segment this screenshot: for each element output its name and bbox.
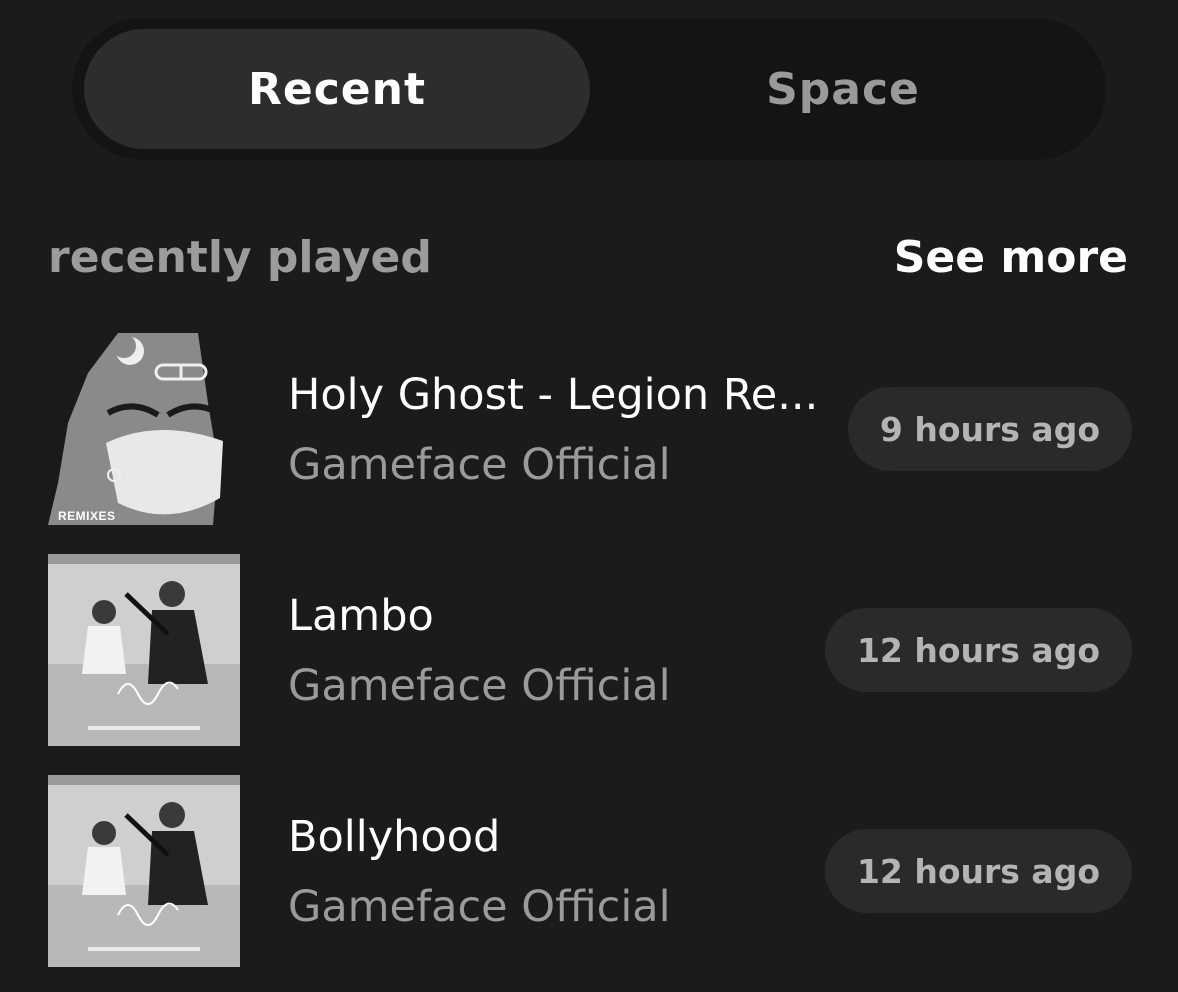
track-title: Holy Ghost - Legion Re... [288, 370, 819, 420]
track-artist: Gameface Official [288, 661, 671, 711]
track-title: Bollyhood [288, 812, 501, 862]
tab-space[interactable]: Space [590, 29, 1096, 149]
played-time-badge: 9 hours ago [847, 387, 1132, 471]
album-art-image [48, 554, 240, 746]
track-artist: Gameface Official [288, 882, 671, 932]
album-art [48, 554, 240, 746]
list-item[interactable]: REMIXES Holy Ghost - Legion Re... Gamefa… [48, 333, 1132, 525]
see-more-link[interactable]: See more [894, 230, 1128, 286]
played-time-badge: 12 hours ago [824, 608, 1132, 692]
album-art-image [48, 333, 240, 525]
segmented-tabs: Recent Space [72, 18, 1106, 160]
list-item[interactable]: Bollyhood Gameface Official 12 hours ago [48, 775, 1132, 967]
section-title: recently played [48, 232, 432, 283]
track-title: Lambo [288, 591, 434, 641]
list-item[interactable]: Lambo Gameface Official 12 hours ago [48, 554, 1132, 746]
tab-recent[interactable]: Recent [84, 29, 590, 149]
played-time-badge: 12 hours ago [824, 829, 1132, 913]
album-art: REMIXES [48, 333, 240, 525]
album-art [48, 775, 240, 967]
album-art-image [48, 775, 240, 967]
track-artist: Gameface Official [288, 440, 671, 490]
album-art-caption: REMIXES [58, 509, 116, 523]
